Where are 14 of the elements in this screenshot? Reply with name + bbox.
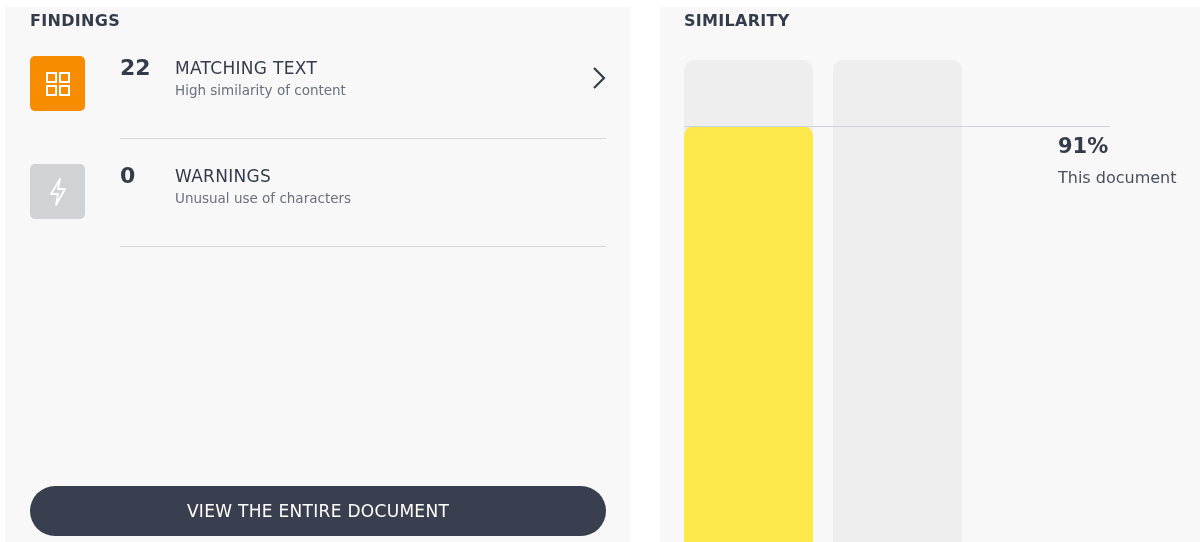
finding-count: 0 (120, 164, 137, 190)
panel-title: SIMILARITY (684, 11, 791, 31)
finding-title: WARNINGS (175, 166, 273, 186)
finding-description: Unusual use of characters (175, 190, 353, 206)
grid-icon (44, 70, 71, 97)
similarity-percent: 91% (1058, 133, 1110, 158)
lightning-icon (48, 177, 67, 206)
finding-title: MATCHING TEXT (175, 58, 319, 78)
finding-count: 22 (120, 56, 152, 82)
chevron-right-icon[interactable] (592, 66, 606, 90)
view-document-button[interactable]: VIEW THE ENTIRE DOCUMENT (30, 486, 606, 536)
finding-description: High similarity of content (175, 82, 347, 98)
panel-title: FINDINGS (30, 11, 121, 31)
legend-label: This document (1058, 167, 1177, 187)
